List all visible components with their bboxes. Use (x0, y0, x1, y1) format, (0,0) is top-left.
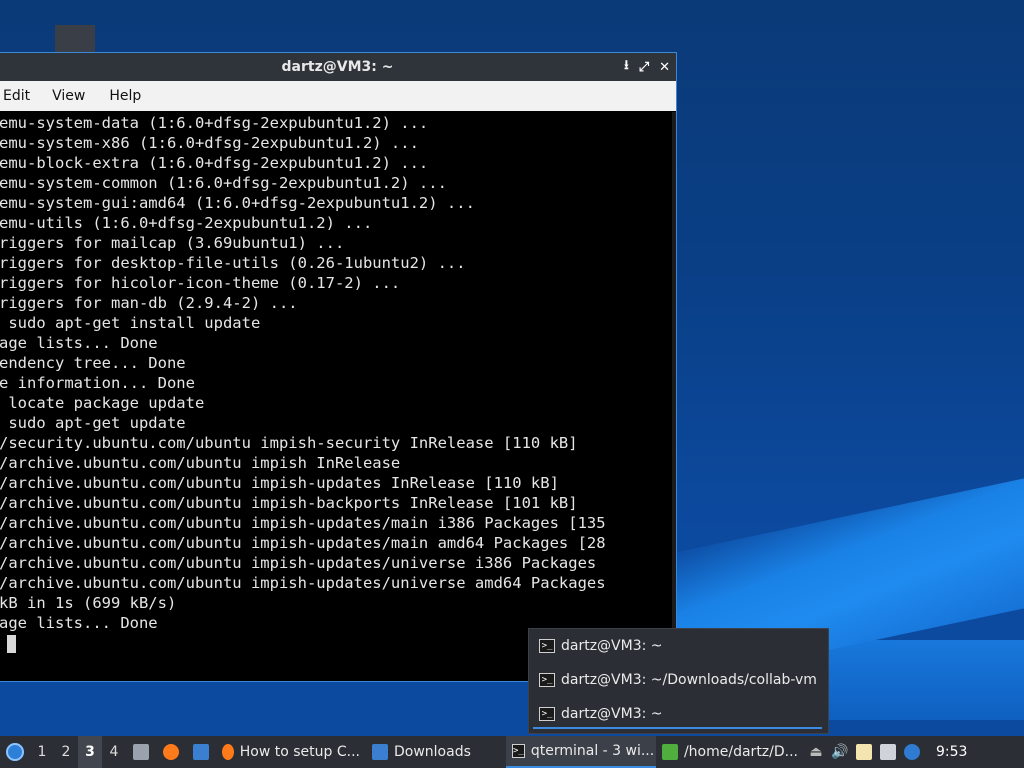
file-manager-icon (133, 744, 149, 760)
file-icon (662, 744, 678, 760)
terminal-line: emu-system-x86 (1:6.0+dfsg-2expubuntu1.2… (0, 134, 419, 152)
firefox-icon (222, 744, 234, 760)
terminal-line: e information... Done (0, 374, 195, 392)
maximize-icon[interactable]: ⤢ (639, 60, 649, 75)
info-icon (904, 744, 920, 760)
terminal-line: /archive.ubuntu.com/ubuntu impish-update… (0, 534, 606, 552)
terminal-line: emu-system-gui:amd64 (1:6.0+dfsg-2expubu… (0, 194, 475, 212)
terminal-scrollbar[interactable] (672, 112, 676, 681)
task-label: /home/dartz/D... (683, 744, 798, 760)
minimize-icon[interactable]: ⭳ (624, 56, 629, 78)
menu-edit[interactable]: Edit (0, 88, 40, 104)
network-tray-button[interactable] (876, 736, 900, 768)
terminal-icon: >_ (539, 707, 555, 721)
terminal-window[interactable]: dartz@VM3: ~ ⭳ ⤢ ✕ Edit View Help emu-sy… (0, 52, 677, 682)
workspace-4[interactable]: 4 (102, 736, 126, 768)
desktop-icon-placeholder[interactable] (55, 25, 95, 52)
volume-icon: 🔊 (831, 744, 849, 760)
window-controls: ⭳ ⤢ ✕ (624, 53, 670, 81)
clock[interactable]: 9:53 (924, 736, 975, 768)
terminal-line: sudo apt-get update (0, 414, 186, 432)
window-title: dartz@VM3: ~ (281, 59, 394, 75)
terminal-line: /archive.ubuntu.com/ubuntu impish-backpo… (0, 494, 578, 512)
terminal-line: emu-system-data (1:6.0+dfsg-2expubuntu1.… (0, 114, 429, 132)
terminal-icon: >_ (539, 639, 555, 653)
terminal-line: endency tree... Done (0, 354, 186, 372)
terminal-icon: >_ (512, 744, 525, 758)
terminal-line: emu-system-common (1:6.0+dfsg-2expubuntu… (0, 174, 447, 192)
folder-icon (372, 744, 388, 760)
terminal-line: riggers for hicolor-icon-theme (0.17-2) … (0, 274, 401, 292)
firefox-icon (163, 744, 179, 760)
terminal-output[interactable]: emu-system-data (1:6.0+dfsg-2expubuntu1.… (0, 112, 676, 681)
volume-tray-button[interactable]: 🔊 (828, 736, 852, 768)
eject-tray-button[interactable]: ⏏ (804, 736, 828, 768)
terminal-line: emu-utils (1:6.0+dfsg-2expubuntu1.2) ... (0, 214, 373, 232)
menu-view[interactable]: View (40, 88, 97, 104)
window-list-item-active[interactable]: >_ dartz@VM3: ~ (529, 697, 828, 731)
terminal-line: emu-block-extra (1:6.0+dfsg-2expubuntu1.… (0, 154, 429, 172)
file-manager-launcher[interactable] (126, 736, 156, 768)
workspace-3[interactable]: 3 (78, 736, 102, 768)
menu-help[interactable]: Help (97, 88, 153, 104)
terminal-line: locate package update (0, 394, 205, 412)
terminal-line: age lists... Done (0, 334, 158, 352)
task-label: Downloads (394, 744, 471, 760)
firefox-launcher[interactable] (156, 736, 186, 768)
window-list-item[interactable]: >_ dartz@VM3: ~/Downloads/collab-vm (529, 663, 828, 697)
start-menu-button[interactable] (0, 736, 30, 768)
terminal-line: /security.ubuntu.com/ubuntu impish-secur… (0, 434, 578, 452)
window-list-label: dartz@VM3: ~ (561, 706, 663, 722)
taskbar: 1 2 3 4 How to setup C... Downloads >_ q… (0, 736, 1024, 768)
terminal-line: riggers for mailcap (3.69ubuntu1) ... (0, 234, 345, 252)
close-icon[interactable]: ✕ (659, 60, 670, 75)
task-filemanager[interactable]: /home/dartz/D... (656, 736, 804, 768)
terminal-line: /archive.ubuntu.com/ubuntu impish InRele… (0, 454, 401, 472)
terminal-icon: >_ (539, 673, 555, 687)
terminal-line: riggers for desktop-file-utils (0.26-1ub… (0, 254, 466, 272)
terminal-line: kB in 1s (699 kB/s) (0, 594, 177, 612)
window-list-popup: >_ dartz@VM3: ~ >_ dartz@VM3: ~/Download… (528, 628, 829, 734)
terminal-line: /archive.ubuntu.com/ubuntu impish-update… (0, 474, 559, 492)
clipboard-icon (856, 744, 872, 760)
terminal-line: sudo apt-get install update (0, 314, 261, 332)
window-list-label: dartz@VM3: ~/Downloads/collab-vm (561, 672, 817, 688)
task-label: qterminal - 3 wi... (530, 743, 655, 759)
task-qterminal[interactable]: >_ qterminal - 3 wi... (506, 736, 656, 768)
terminal-line: /archive.ubuntu.com/ubuntu impish-update… (0, 574, 606, 592)
network-icon (880, 744, 896, 760)
terminal-titlebar[interactable]: dartz@VM3: ~ ⭳ ⤢ ✕ (0, 53, 676, 81)
desktop-icon (193, 744, 209, 760)
task-downloads[interactable]: Downloads (366, 736, 506, 768)
menu-bar: Edit View Help (0, 81, 676, 111)
terminal-cursor (7, 634, 16, 653)
terminal-line: riggers for man-db (2.9.4-2) ... (0, 294, 298, 312)
terminal-line: /archive.ubuntu.com/ubuntu impish-update… (0, 554, 597, 572)
show-desktop-button[interactable] (186, 736, 216, 768)
task-label: How to setup C... (239, 744, 360, 760)
task-browser[interactable]: How to setup C... (216, 736, 366, 768)
window-list-item[interactable]: >_ dartz@VM3: ~ (529, 629, 828, 663)
window-list-label: dartz@VM3: ~ (561, 638, 663, 654)
clipboard-tray-button[interactable] (852, 736, 876, 768)
workspace-1[interactable]: 1 (30, 736, 54, 768)
eject-icon: ⏏ (809, 744, 823, 760)
lubuntu-logo-icon (6, 743, 24, 761)
update-notifier-button[interactable] (900, 736, 924, 768)
workspace-2[interactable]: 2 (54, 736, 78, 768)
terminal-line: /archive.ubuntu.com/ubuntu impish-update… (0, 514, 606, 532)
